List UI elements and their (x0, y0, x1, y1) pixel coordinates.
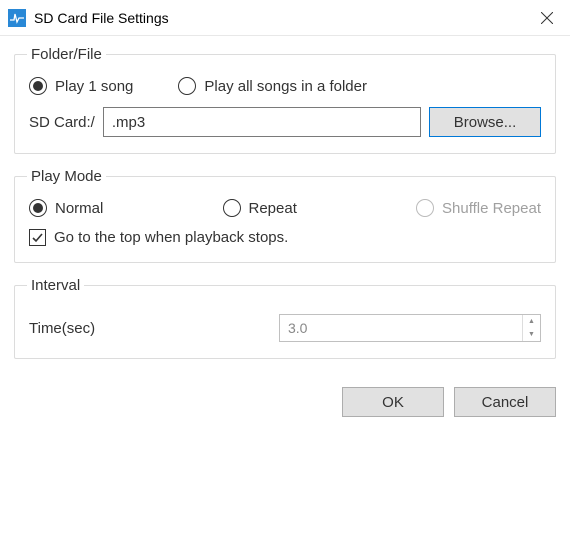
radio-icon (223, 199, 241, 217)
play-all-songs-radio[interactable]: Play all songs in a folder (178, 77, 367, 95)
time-value: 3.0 (280, 315, 522, 341)
checkbox-icon (29, 229, 46, 246)
interval-legend: Interval (27, 277, 84, 294)
button-bar: OK Cancel (0, 383, 570, 421)
spinner-up-button[interactable]: ▲ (523, 315, 540, 328)
ok-button[interactable]: OK (342, 387, 444, 417)
spinner-down-button[interactable]: ▼ (523, 328, 540, 341)
app-icon (8, 9, 26, 27)
dialog-content: Folder/File Play 1 song Play all songs i… (0, 36, 570, 383)
play-one-song-radio[interactable]: Play 1 song (29, 77, 133, 95)
repeat-label: Repeat (249, 200, 297, 217)
radio-icon (416, 199, 434, 217)
normal-label: Normal (55, 200, 103, 217)
shuffle-repeat-label: Shuffle Repeat (442, 200, 541, 217)
play-all-songs-label: Play all songs in a folder (204, 78, 367, 95)
shuffle-repeat-radio: Shuffle Repeat (416, 199, 541, 217)
window-title: SD Card File Settings (34, 10, 524, 26)
cancel-button[interactable]: Cancel (454, 387, 556, 417)
check-icon (31, 231, 44, 244)
spinner-buttons: ▲ ▼ (522, 315, 540, 341)
repeat-radio[interactable]: Repeat (223, 199, 297, 217)
browse-button[interactable]: Browse... (429, 107, 541, 137)
close-icon (541, 12, 553, 24)
radio-icon (29, 199, 47, 217)
interval-group: Interval Time(sec) 3.0 ▲ ▼ (14, 277, 556, 359)
folder-file-group: Folder/File Play 1 song Play all songs i… (14, 46, 556, 154)
sd-card-path-input[interactable] (103, 107, 421, 137)
folder-file-legend: Folder/File (27, 46, 106, 63)
play-one-song-label: Play 1 song (55, 78, 133, 95)
time-spinner[interactable]: 3.0 ▲ ▼ (279, 314, 541, 342)
play-mode-legend: Play Mode (27, 168, 106, 185)
radio-icon (178, 77, 196, 95)
play-mode-group: Play Mode Normal Repeat Shuffle Repeat (14, 168, 556, 263)
titlebar: SD Card File Settings (0, 0, 570, 36)
radio-icon (29, 77, 47, 95)
sd-card-path-label: SD Card:/ (29, 114, 95, 131)
time-sec-label: Time(sec) (29, 320, 279, 337)
go-to-top-checkbox[interactable]: Go to the top when playback stops. (29, 229, 288, 246)
normal-radio[interactable]: Normal (29, 199, 103, 217)
close-button[interactable] (524, 0, 570, 36)
go-to-top-label: Go to the top when playback stops. (54, 229, 288, 246)
